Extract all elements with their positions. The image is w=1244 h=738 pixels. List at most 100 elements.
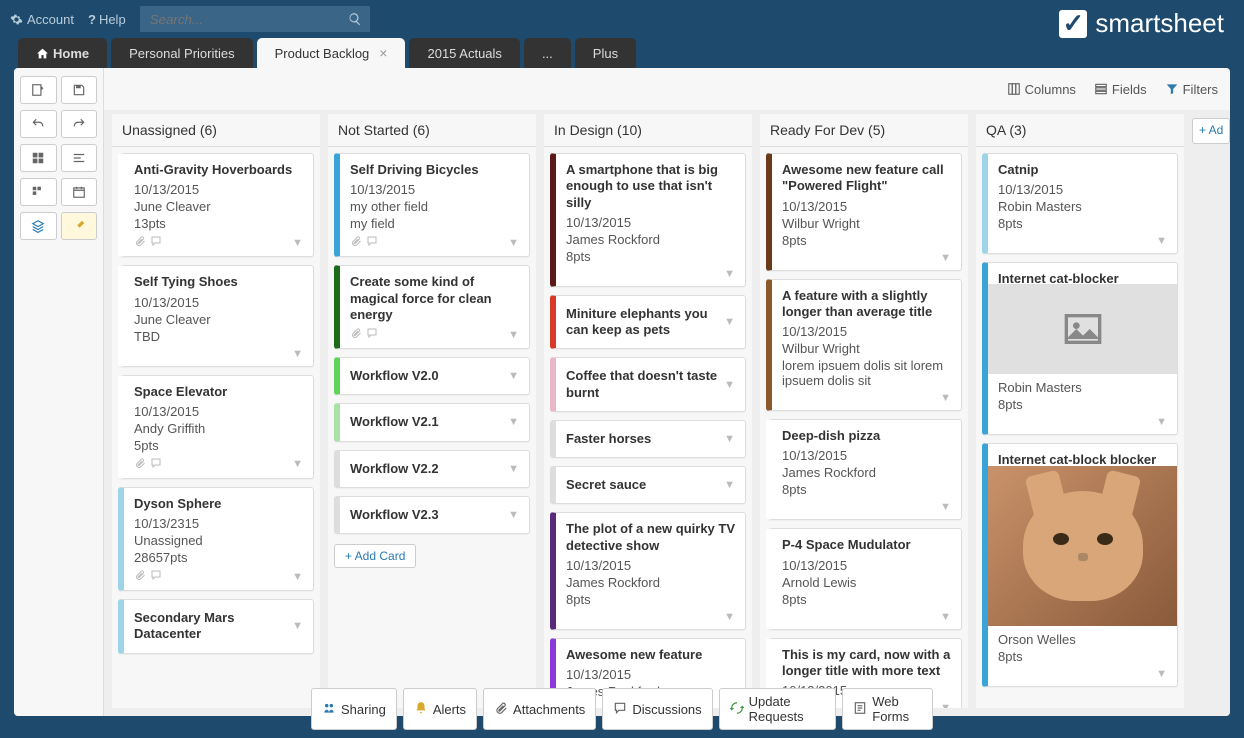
gear-icon (10, 13, 23, 26)
redo-button[interactable] (61, 110, 98, 138)
column-body: Anti-Gravity Hoverboards10/13/2015June C… (112, 147, 320, 708)
kanban-card[interactable]: Workflow V2.3▼ (334, 496, 530, 534)
kanban-card[interactable]: Workflow V2.0▼ (334, 357, 530, 395)
kanban-card[interactable]: Self Tying Shoes10/13/2015June CleaverTB… (118, 265, 314, 366)
kanban-card[interactable]: Awesome new feature call "Powered Flight… (766, 153, 962, 271)
bottom-alerts-button[interactable]: Alerts (403, 688, 477, 730)
column-header[interactable]: In Design (10) (544, 114, 752, 147)
chevron-down-icon[interactable]: ▼ (508, 370, 519, 382)
kanban-card[interactable]: Dyson Sphere10/13/2315Unassigned28657pts… (118, 487, 314, 591)
grid-view-button[interactable] (20, 144, 57, 172)
search-button[interactable] (340, 6, 370, 32)
kanban-card[interactable]: A feature with a slightly longer than av… (766, 279, 962, 412)
kanban-card[interactable]: Faster horses▼ (550, 420, 746, 458)
kanban-card[interactable]: Create some kind of magical force for cl… (334, 265, 530, 349)
chevron-down-icon[interactable]: ▼ (508, 329, 519, 341)
chevron-down-icon[interactable]: ▼ (940, 252, 951, 264)
chevron-down-icon[interactable]: ▼ (292, 620, 303, 632)
fields-button[interactable]: Fields (1094, 82, 1147, 97)
column-header[interactable]: Not Started (6) (328, 114, 536, 147)
kanban-card[interactable]: Internet cat-block blockerOrson Welles8p… (982, 443, 1178, 687)
search-icon (348, 12, 362, 26)
kanban-card[interactable]: Secondary Mars Datacenter▼ (118, 599, 314, 654)
chevron-down-icon[interactable]: ▼ (1156, 416, 1167, 428)
chevron-down-icon[interactable]: ▼ (940, 611, 951, 623)
attachment-icon (134, 235, 146, 250)
chevron-down-icon[interactable]: ▼ (724, 611, 735, 623)
tab-personal-priorities[interactable]: Personal Priorities (111, 38, 253, 68)
comment-icon (150, 457, 162, 472)
chevron-down-icon[interactable]: ▼ (292, 348, 303, 360)
card-title: The plot of a new quirky TV detective sh… (566, 521, 735, 554)
chevron-down-icon[interactable]: ▼ (1156, 235, 1167, 247)
kanban-card[interactable]: P-4 Space Mudulator10/13/2015Arnold Lewi… (766, 528, 962, 629)
tab-2015-actuals[interactable]: 2015 Actuals (409, 38, 519, 68)
chevron-down-icon[interactable]: ▼ (508, 237, 519, 249)
align-button[interactable] (61, 144, 98, 172)
chevron-down-icon[interactable]: ▼ (940, 392, 951, 404)
card-title: Catnip (998, 162, 1167, 178)
kanban-card[interactable]: Catnip10/13/2015Robin Masters8pts▼ (982, 153, 1178, 254)
bottom-discussions-button[interactable]: Discussions (602, 688, 712, 730)
chevron-down-icon[interactable]: ▼ (292, 237, 303, 249)
highlight-button[interactable] (61, 212, 98, 240)
kanban-card[interactable]: Internet cat-blockerRobin Masters8pts▼ (982, 262, 1178, 434)
chevron-down-icon[interactable]: ▼ (292, 458, 303, 470)
chevron-down-icon[interactable]: ▼ (724, 433, 735, 445)
help-link[interactable]: ? Help (88, 12, 126, 27)
undo-button[interactable] (20, 110, 57, 138)
search-input[interactable] (140, 6, 340, 32)
card-field: 10/13/2015 (998, 182, 1167, 197)
kanban-card[interactable]: Anti-Gravity Hoverboards10/13/2015June C… (118, 153, 314, 257)
card-field: 10/13/2015 (134, 182, 303, 197)
kanban-card[interactable]: Secret sauce▼ (550, 466, 746, 504)
chevron-down-icon[interactable]: ▼ (724, 379, 735, 391)
bottom-update-requests-button[interactable]: Update Requests (719, 688, 837, 730)
tab--[interactable]: ... (524, 38, 571, 68)
card-field: 8pts (998, 216, 1167, 231)
kanban-card[interactable]: Deep-dish pizza10/13/2015James Rockford8… (766, 419, 962, 520)
save-button[interactable] (61, 76, 98, 104)
kanban-card[interactable]: The plot of a new quirky TV detective sh… (550, 512, 746, 630)
bottom-sharing-button[interactable]: Sharing (311, 688, 397, 730)
attachment-icon (350, 235, 362, 250)
account-link[interactable]: Account (10, 12, 74, 27)
tab-product-backlog[interactable]: Product Backlog× (257, 38, 406, 68)
kanban-card[interactable]: A smartphone that is big enough to use t… (550, 153, 746, 287)
chevron-down-icon[interactable]: ▼ (724, 268, 735, 280)
comment-icon (150, 235, 162, 250)
bottom-attachments-button[interactable]: Attachments (483, 688, 596, 730)
kanban-card[interactable]: Self Driving Bicycles10/13/2015my other … (334, 153, 530, 257)
columns-button[interactable]: Columns (1007, 82, 1076, 97)
close-icon[interactable]: × (379, 45, 387, 61)
chevron-down-icon[interactable]: ▼ (940, 501, 951, 513)
column-header[interactable]: Unassigned (6) (112, 114, 320, 147)
chevron-down-icon[interactable]: ▼ (940, 702, 951, 708)
kanban-card[interactable]: Workflow V2.2▼ (334, 450, 530, 488)
kanban-card[interactable]: Space Elevator10/13/2015Andy Griffith5pt… (118, 375, 314, 479)
tab-home[interactable]: Home (18, 38, 107, 68)
column-header[interactable]: QA (3) (976, 114, 1184, 147)
kanban-card[interactable]: Coffee that doesn't taste burnt▼ (550, 357, 746, 412)
chevron-down-icon[interactable]: ▼ (292, 571, 303, 583)
bottom-web-forms-button[interactable]: Web Forms (842, 688, 933, 730)
filters-button[interactable]: Filters (1165, 82, 1218, 97)
add-column-button[interactable]: + Ad (1192, 118, 1230, 144)
calendar-view-button[interactable] (61, 178, 98, 206)
chevron-down-icon[interactable]: ▼ (724, 479, 735, 491)
card-field: June Cleaver (134, 199, 303, 214)
chevron-down-icon[interactable]: ▼ (1156, 668, 1167, 680)
add-card-button[interactable]: + Add Card (334, 544, 416, 568)
card-view-button[interactable] (20, 178, 57, 206)
card-icons (134, 569, 162, 584)
layers-button[interactable] (20, 212, 57, 240)
kanban-card[interactable]: Miniture elephants you can keep as pets▼ (550, 295, 746, 350)
chevron-down-icon[interactable]: ▼ (508, 463, 519, 475)
kanban-card[interactable]: Workflow V2.1▼ (334, 403, 530, 441)
column-header[interactable]: Ready For Dev (5) (760, 114, 968, 147)
tab-plus[interactable]: Plus (575, 38, 636, 68)
sheet-view-button[interactable] (20, 76, 57, 104)
chevron-down-icon[interactable]: ▼ (508, 416, 519, 428)
chevron-down-icon[interactable]: ▼ (508, 509, 519, 521)
chevron-down-icon[interactable]: ▼ (724, 316, 735, 328)
